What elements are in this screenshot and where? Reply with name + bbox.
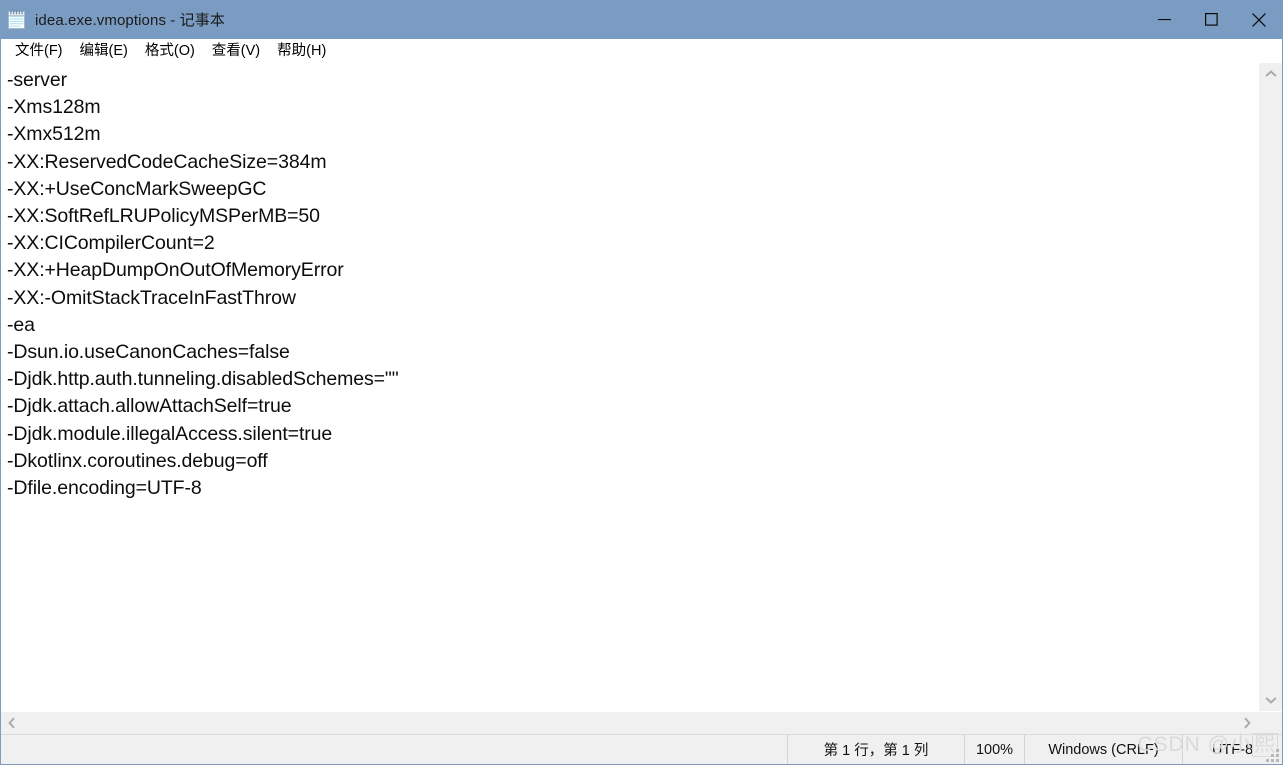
editor-line: -XX:SoftRefLRUPolicyMSPerMB=50: [7, 205, 320, 228]
maximize-button[interactable]: [1188, 0, 1235, 39]
editor-line: -Dfile.encoding=UTF-8: [7, 477, 202, 500]
editor-line: -XX:CICompilerCount=2: [7, 232, 215, 255]
text-editor[interactable]: -server -Xms128m -Xmx512m -XX:ReservedCo…: [1, 63, 1258, 711]
menu-item-view[interactable]: 查看(V): [204, 39, 269, 63]
editor-line: -ea: [7, 313, 35, 336]
vertical-scrollbar[interactable]: [1258, 63, 1282, 711]
title-bar[interactable]: idea.exe.vmoptions - 记事本: [1, 0, 1282, 39]
scroll-left-button[interactable]: [1, 712, 23, 735]
editor-line: -Dsun.io.useCanonCaches=false: [7, 341, 290, 364]
close-icon: [1251, 12, 1266, 27]
chevron-down-icon: [1265, 697, 1276, 704]
status-cursor-position: 第 1 行，第 1 列: [787, 735, 964, 764]
window-controls: [1141, 0, 1282, 39]
menu-item-edit[interactable]: 编辑(E): [72, 39, 137, 63]
editor-line: -XX:+HeapDumpOnOutOfMemoryError: [7, 259, 344, 282]
editor-line: -Djdk.http.auth.tunneling.disabledScheme…: [7, 368, 399, 391]
menu-item-help[interactable]: 帮助(H): [269, 39, 335, 63]
vertical-scroll-track[interactable]: [1259, 85, 1283, 689]
maximize-icon: [1205, 13, 1218, 26]
scroll-up-button[interactable]: [1259, 63, 1283, 85]
status-zoom-level[interactable]: 100%: [964, 735, 1024, 764]
chevron-up-icon: [1265, 70, 1276, 77]
editor-line: -Xmx512m: [7, 123, 101, 146]
minimize-button[interactable]: [1141, 0, 1188, 39]
scrollbar-corner: [1258, 711, 1282, 735]
scroll-down-button[interactable]: [1259, 689, 1283, 711]
editor-line: -XX:-OmitStackTraceInFastThrow: [7, 286, 296, 309]
resize-grip[interactable]: [1266, 749, 1279, 762]
horizontal-scrollbar[interactable]: [1, 711, 1282, 735]
close-button[interactable]: [1235, 0, 1282, 39]
status-line-ending: Windows (CRLF): [1024, 735, 1182, 764]
editor-line: -Djdk.attach.allowAttachSelf=true: [7, 395, 292, 418]
horizontal-scroll-track[interactable]: [23, 712, 1236, 735]
chevron-right-icon: [1244, 717, 1251, 729]
window-title: idea.exe.vmoptions - 记事本: [35, 12, 225, 29]
menu-bar: 文件(F) 编辑(E) 格式(O) 查看(V) 帮助(H): [1, 39, 1282, 63]
chevron-left-icon: [8, 717, 15, 729]
editor-line: -XX:+UseConcMarkSweepGC: [7, 177, 267, 200]
minimize-icon: [1158, 19, 1171, 21]
status-bar: 第 1 行，第 1 列 100% Windows (CRLF) UTF-8 CS…: [1, 733, 1282, 764]
editor-region: -server -Xms128m -Xmx512m -XX:ReservedCo…: [1, 63, 1282, 711]
editor-line: -server: [7, 69, 67, 91]
status-bar-spacer: [1, 735, 787, 764]
menu-item-file[interactable]: 文件(F): [7, 39, 72, 63]
editor-line: -Xms128m: [7, 96, 101, 119]
scroll-right-button[interactable]: [1236, 712, 1258, 735]
editor-line: -XX:ReservedCodeCacheSize=384m: [7, 150, 327, 173]
editor-line: -Dkotlinx.coroutines.debug=off: [7, 449, 268, 472]
notepad-icon: [6, 9, 28, 31]
menu-item-format[interactable]: 格式(O): [137, 39, 204, 63]
notepad-window: idea.exe.vmoptions - 记事本 文件(F) 编辑(E) 格式(…: [0, 0, 1283, 765]
editor-line: -Djdk.module.illegalAccess.silent=true: [7, 422, 333, 445]
